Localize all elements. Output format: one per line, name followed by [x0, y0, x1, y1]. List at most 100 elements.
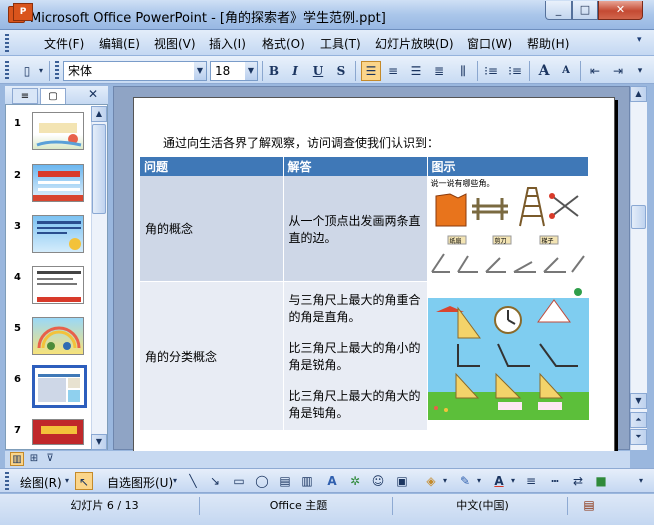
font-color-icon[interactable]: A	[490, 472, 508, 490]
table-cell-question[interactable]: 角的概念	[140, 176, 284, 282]
close-button[interactable]: ✕	[598, 1, 643, 20]
autoshapes-menu-button[interactable]: 自选图形(U)	[107, 474, 173, 491]
angle-classification-image[interactable]	[427, 281, 589, 431]
tab-outline[interactable]: ≡	[12, 88, 38, 104]
text-box-icon[interactable]: ▤	[276, 472, 294, 490]
font-size-dropdown-icon[interactable]: ▼	[245, 62, 257, 80]
menu-slideshow[interactable]: 幻灯片放映(D)	[375, 36, 454, 52]
fill-color-dropdown-icon[interactable]: ▾	[440, 472, 450, 490]
line-style-icon[interactable]: ≡	[522, 472, 540, 490]
slide-thumbnail-5[interactable]	[32, 317, 84, 355]
menu-insert[interactable]: 插入(I)	[209, 36, 246, 52]
underline-button[interactable]: U	[308, 61, 328, 81]
bold-button[interactable]: B	[264, 61, 284, 81]
slide-sorter-view-icon[interactable]: ⊞	[27, 452, 41, 466]
table-header-illustration[interactable]: 图示	[427, 157, 589, 176]
insert-picture-icon[interactable]: ▣	[393, 472, 411, 490]
line-tool-icon[interactable]: ╲	[184, 472, 202, 490]
draw-dropdown-icon[interactable]: ▾	[62, 472, 72, 490]
slide-thumbnail-6[interactable]	[32, 365, 87, 408]
text-direction-icon[interactable]: ⫼	[453, 61, 473, 81]
slide-table[interactable]: 问题 解答 图示 角的概念 从一个顶点出发画两条直直的边。 说一说有哪些角。 纸…	[140, 157, 589, 431]
clip-art-icon[interactable]: ☺	[369, 472, 387, 490]
menu-window[interactable]: 窗口(W)	[467, 36, 512, 52]
document-icon[interactable]: P	[13, 3, 33, 21]
table-header-answer[interactable]: 解答	[283, 157, 428, 176]
distributed-align-icon[interactable]: ≣	[429, 61, 449, 81]
tab-slides[interactable]: ▢	[40, 88, 66, 104]
autoshapes-dropdown-icon[interactable]: ▾	[170, 472, 180, 490]
pane-close-icon[interactable]: ✕	[88, 87, 98, 101]
image-tag: 纸扇	[449, 238, 462, 245]
wordart-icon[interactable]: A	[323, 472, 341, 490]
toolbar-grip[interactable]	[5, 61, 9, 79]
maximize-button[interactable]: □	[572, 1, 598, 20]
scroll-up-button[interactable]: ▲	[91, 106, 107, 122]
slide-intro-text[interactable]: 通过向生活各界了解观察，访问调查使我们认识到：	[163, 134, 439, 151]
font-color-dropdown-icon[interactable]: ▾	[508, 472, 518, 490]
image-tag: 梯子	[541, 238, 554, 245]
menu-view[interactable]: 视图(V)	[154, 36, 196, 52]
scrollbar-thumb[interactable]	[631, 205, 646, 229]
decrease-font-size-button[interactable]: A	[556, 61, 576, 81]
menu-file[interactable]: 文件(F)	[44, 36, 84, 52]
toolbar-options-icon[interactable]: ▾	[633, 61, 647, 81]
bullets-icon[interactable]: ⁝≡	[505, 61, 525, 81]
fill-color-icon[interactable]: ◈	[422, 472, 440, 490]
font-name-combo[interactable]: 宋体	[63, 61, 207, 81]
align-left-icon[interactable]: ☰	[361, 61, 381, 81]
minimize-button[interactable]: _	[545, 1, 572, 20]
numbering-icon[interactable]: ⁝≡	[481, 61, 501, 81]
next-slide-button[interactable]: ⏷	[630, 429, 647, 445]
menu-options-icon[interactable]: ▾	[637, 35, 642, 45]
menu-help[interactable]: 帮助(H)	[527, 36, 569, 52]
scroll-down-button[interactable]: ▼	[630, 393, 647, 409]
table-cell-answer[interactable]: 从一个顶点出发画两条直直的边。	[283, 176, 428, 282]
diagram-icon[interactable]: ✲	[346, 472, 364, 490]
oval-tool-icon[interactable]: ◯	[253, 472, 271, 490]
slide-thumbnail-1[interactable]	[32, 112, 84, 150]
drawing-toolbar-grip[interactable]	[5, 472, 9, 490]
font-name-dropdown-icon[interactable]: ▼	[194, 62, 206, 80]
table-cell-question[interactable]: 角的分类概念	[140, 281, 284, 431]
rectangle-tool-icon[interactable]: ▭	[230, 472, 248, 490]
vertical-text-box-icon[interactable]: ▥	[298, 472, 316, 490]
slide-thumbnail-2[interactable]	[32, 164, 84, 202]
menu-grip[interactable]	[5, 34, 9, 52]
menu-tools[interactable]: 工具(T)	[320, 36, 361, 52]
scroll-up-button[interactable]: ▲	[630, 86, 647, 102]
dash-style-icon[interactable]: ┅	[546, 472, 564, 490]
decrease-indent-icon[interactable]: ⇤	[585, 61, 605, 81]
slide-thumbnail-4[interactable]	[32, 266, 84, 304]
shadow-button[interactable]: S	[331, 61, 351, 81]
scrollbar-thumb[interactable]	[92, 124, 106, 214]
select-pointer-icon[interactable]: ↖	[75, 472, 93, 490]
normal-view-icon[interactable]: ▥	[10, 452, 24, 466]
angle-concept-image[interactable]: 说一说有哪些角。 纸扇 剪刀 梯子	[427, 176, 589, 282]
align-center-icon[interactable]: ≡	[383, 61, 403, 81]
previous-slide-button[interactable]: ⏶	[630, 412, 647, 428]
spell-check-icon[interactable]: ▤	[580, 496, 598, 514]
slide-thumbnail-3[interactable]	[32, 215, 84, 253]
italic-button[interactable]: I	[285, 61, 305, 81]
draw-menu-button[interactable]: 绘图(R)	[20, 474, 62, 491]
slide-thumbnail-7[interactable]	[32, 419, 84, 445]
increase-font-size-button[interactable]: A	[534, 61, 554, 81]
toolbar-dropdown-icon[interactable]: ▾	[36, 61, 46, 81]
new-document-icon[interactable]: ▯	[17, 61, 37, 81]
increase-indent-icon[interactable]: ⇥	[608, 61, 628, 81]
table-header-question[interactable]: 问题	[140, 157, 284, 176]
table-cell-answer[interactable]: 与三角尺上最大的角重合的角是直角。 比三角尺上最大的角小的角是锐角。 比三角尺上…	[283, 281, 428, 431]
arrow-tool-icon[interactable]: ↘	[206, 472, 224, 490]
line-color-dropdown-icon[interactable]: ▾	[474, 472, 484, 490]
line-color-icon[interactable]: ✎	[456, 472, 474, 490]
shadow-style-icon[interactable]: ■	[592, 472, 610, 490]
menu-edit[interactable]: 编辑(E)	[99, 36, 140, 52]
menu-format[interactable]: 格式(O)	[262, 36, 305, 52]
arrow-style-icon[interactable]: ⇄	[569, 472, 587, 490]
slideshow-view-icon[interactable]: ⊽	[43, 452, 57, 466]
scroll-down-button[interactable]: ▼	[91, 434, 107, 450]
drawing-toolbar-options-icon[interactable]: ▾	[635, 472, 647, 490]
toolbar-grip[interactable]	[55, 61, 59, 79]
align-right-icon[interactable]: ☰	[406, 61, 426, 81]
